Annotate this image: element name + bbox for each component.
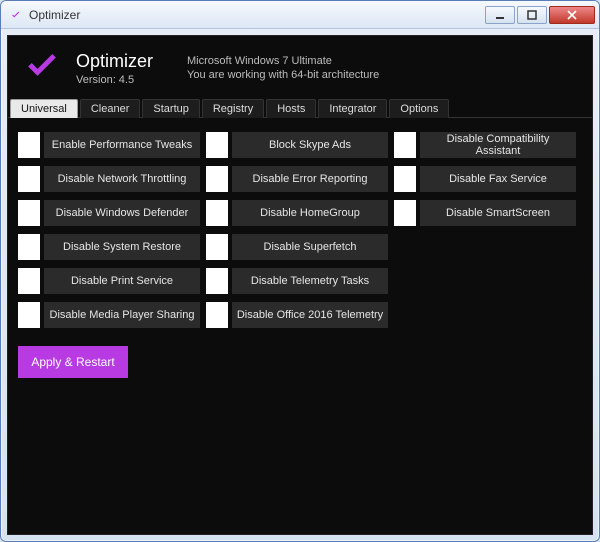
option-label[interactable]: Disable Network Throttling: [44, 166, 200, 192]
option-checkbox[interactable]: [18, 302, 40, 328]
os-arch: You are working with 64-bit architecture: [187, 69, 379, 81]
option-checkbox[interactable]: [18, 166, 40, 192]
option-checkbox[interactable]: [206, 302, 228, 328]
option-checkbox[interactable]: [18, 200, 40, 226]
tab-integrator[interactable]: Integrator: [318, 99, 387, 118]
option-checkbox[interactable]: [206, 132, 228, 158]
option-label[interactable]: Disable Fax Service: [420, 166, 576, 192]
option-item: Disable Network Throttling: [18, 166, 200, 192]
option-item: Block Skype Ads: [206, 132, 388, 158]
maximize-button[interactable]: [517, 6, 547, 24]
option-item: Disable SmartScreen: [394, 200, 576, 226]
option-label[interactable]: Disable Media Player Sharing: [44, 302, 200, 328]
minimize-button[interactable]: [485, 6, 515, 24]
option-checkbox[interactable]: [18, 234, 40, 260]
option-label[interactable]: Disable Error Reporting: [232, 166, 388, 192]
option-label[interactable]: Block Skype Ads: [232, 132, 388, 158]
option-checkbox[interactable]: [206, 166, 228, 192]
option-label[interactable]: Disable Superfetch: [232, 234, 388, 260]
tab-strip: Universal Cleaner Startup Registry Hosts…: [8, 98, 592, 118]
option-checkbox[interactable]: [18, 268, 40, 294]
option-label[interactable]: Disable SmartScreen: [420, 200, 576, 226]
client-area: Optimizer Version: 4.5 Microsoft Windows…: [7, 35, 593, 535]
tab-startup[interactable]: Startup: [142, 99, 199, 118]
option-item: Disable Telemetry Tasks: [206, 268, 388, 294]
tab-options[interactable]: Options: [389, 99, 449, 118]
option-item: Disable Compatibility Assistant: [394, 132, 576, 158]
option-item: Disable Media Player Sharing: [18, 302, 200, 328]
tab-hosts[interactable]: Hosts: [266, 99, 316, 118]
app-window: Optimizer Optimizer Version: 4.5 Microso…: [0, 0, 600, 542]
option-label[interactable]: Disable Telemetry Tasks: [232, 268, 388, 294]
option-label[interactable]: Enable Performance Tweaks: [44, 132, 200, 158]
options-grid: Enable Performance Tweaks Block Skype Ad…: [18, 132, 582, 328]
tab-registry[interactable]: Registry: [202, 99, 264, 118]
close-button[interactable]: [549, 6, 595, 24]
option-label[interactable]: Disable HomeGroup: [232, 200, 388, 226]
option-label[interactable]: Disable Print Service: [44, 268, 200, 294]
option-checkbox[interactable]: [206, 268, 228, 294]
tab-cleaner[interactable]: Cleaner: [80, 99, 141, 118]
option-item: Disable System Restore: [18, 234, 200, 260]
app-title: Optimizer: [76, 51, 153, 72]
titlebar: Optimizer: [1, 1, 599, 29]
title-column: Optimizer Version: 4.5: [76, 51, 153, 86]
option-checkbox[interactable]: [206, 200, 228, 226]
os-name: Microsoft Windows 7 Ultimate: [187, 55, 379, 67]
option-item: Disable Windows Defender: [18, 200, 200, 226]
option-label[interactable]: Disable Windows Defender: [44, 200, 200, 226]
option-item: Disable Print Service: [18, 268, 200, 294]
app-icon-checkmark-icon: [9, 8, 23, 22]
window-title: Optimizer: [29, 8, 483, 22]
os-column: Microsoft Windows 7 Ultimate You are wor…: [187, 55, 379, 81]
option-item: Disable Error Reporting: [206, 166, 388, 192]
option-label[interactable]: Disable Compatibility Assistant: [420, 132, 576, 158]
option-label[interactable]: Disable Office 2016 Telemetry: [232, 302, 388, 328]
option-checkbox[interactable]: [394, 200, 416, 226]
option-checkbox[interactable]: [206, 234, 228, 260]
option-item: Disable Office 2016 Telemetry: [206, 302, 388, 328]
apply-restart-button[interactable]: Apply & Restart: [18, 346, 128, 378]
tab-universal[interactable]: Universal: [10, 99, 78, 118]
option-label[interactable]: Disable System Restore: [44, 234, 200, 260]
app-version: Version: 4.5: [76, 74, 153, 86]
header: Optimizer Version: 4.5 Microsoft Windows…: [8, 36, 592, 98]
option-item: Enable Performance Tweaks: [18, 132, 200, 158]
tab-content: Enable Performance Tweaks Block Skype Ad…: [8, 118, 592, 534]
option-item: Disable HomeGroup: [206, 200, 388, 226]
logo-checkmark-icon: [22, 48, 62, 88]
option-checkbox[interactable]: [18, 132, 40, 158]
option-item: Disable Fax Service: [394, 166, 576, 192]
option-item: Disable Superfetch: [206, 234, 388, 260]
option-checkbox[interactable]: [394, 132, 416, 158]
option-checkbox[interactable]: [394, 166, 416, 192]
